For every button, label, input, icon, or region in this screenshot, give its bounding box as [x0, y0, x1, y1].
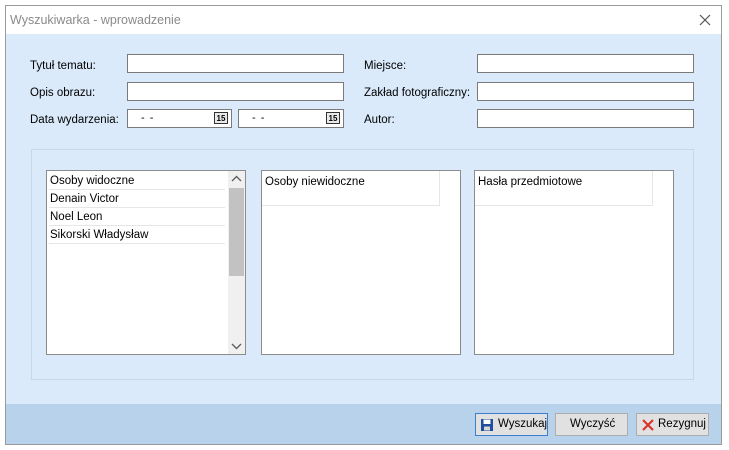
scrollbar-thumb[interactable] — [229, 188, 244, 276]
calendar-icon[interactable]: 15 — [326, 112, 340, 124]
list-header-cell: Hasła przedmiotowe — [475, 171, 653, 206]
scrollbar[interactable] — [228, 171, 245, 354]
data-label: Data wydarzenia: — [30, 114, 119, 126]
invisible-persons-list[interactable]: Osoby niewidoczne — [261, 170, 461, 355]
tytul-input[interactable] — [127, 54, 344, 73]
keywords-list[interactable]: Hasła przedmiotowe — [474, 170, 674, 355]
miejsce-label: Miejsce: — [364, 60, 407, 72]
clear-button[interactable]: Wyczyść — [555, 413, 628, 436]
close-icon[interactable] — [695, 10, 715, 30]
autor-label: Autor: — [364, 114, 395, 126]
cancel-icon — [642, 419, 654, 431]
zaklad-label: Zakład fotograficzny: — [364, 87, 471, 99]
chevron-up-icon[interactable] — [228, 171, 245, 187]
autor-input[interactable] — [477, 109, 694, 128]
date-from-field[interactable]: - - 15 — [127, 109, 232, 128]
search-dialog: Wyszukiwarka - wprowadzenie Tytuł tematu… — [5, 5, 722, 445]
list-header: Hasła przedmiotowe — [478, 176, 583, 188]
zaklad-input[interactable] — [477, 82, 694, 101]
list-header: Osoby widoczne — [49, 173, 225, 190]
opis-input[interactable] — [127, 82, 344, 101]
cancel-button[interactable]: Rezygnuj — [636, 413, 709, 436]
date-from-value: - - — [141, 112, 155, 124]
search-button-label: Wyszukaj — [498, 418, 548, 430]
visible-persons-list[interactable]: Osoby widoczne Denain Victor Noel Leon S… — [46, 170, 246, 355]
list-header: Osoby niewidoczne — [265, 176, 365, 188]
save-icon — [481, 419, 493, 431]
list-item[interactable]: Sikorski Władysław — [49, 227, 225, 244]
cancel-button-label: Rezygnuj — [658, 418, 706, 430]
list-item[interactable]: Noel Leon — [49, 209, 225, 226]
chevron-down-icon[interactable] — [228, 338, 245, 354]
opis-label: Opis obrazu: — [30, 87, 96, 99]
miejsce-input[interactable] — [477, 54, 694, 73]
clear-button-label: Wyczyść — [570, 418, 616, 430]
calendar-icon[interactable]: 15 — [214, 112, 228, 124]
list-header-cell: Osoby niewidoczne — [262, 171, 440, 206]
date-to-field[interactable]: - - 15 — [238, 109, 344, 128]
tytul-label: Tytuł tematu: — [30, 60, 96, 72]
list-item[interactable]: Denain Victor — [49, 191, 225, 208]
search-button[interactable]: Wyszukaj — [475, 413, 548, 436]
title-bar: Wyszukiwarka - wprowadzenie — [6, 6, 721, 34]
window-title: Wyszukiwarka - wprowadzenie — [10, 13, 181, 27]
date-to-value: - - — [252, 112, 266, 124]
